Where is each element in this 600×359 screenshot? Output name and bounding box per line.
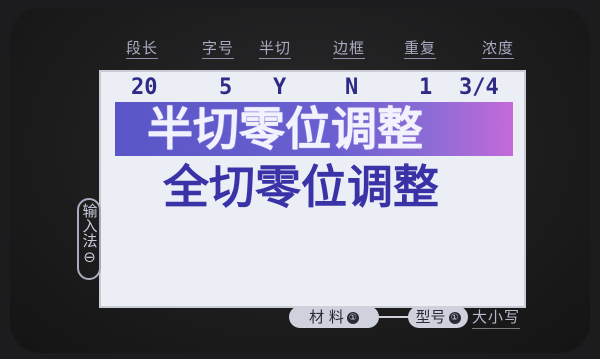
input-method-label: 输入法 <box>80 203 99 248</box>
input-method-symbol-icon: ⊖ <box>80 248 99 266</box>
menu-item-full-cut-zero-adjust[interactable]: 全切零位调整 <box>163 160 439 214</box>
settings-values-row: 20 5 Y N 1 3/4 <box>101 77 524 99</box>
input-method-key[interactable]: 输入法 ⊖ <box>77 198 101 280</box>
key-link-line <box>379 316 409 318</box>
material-key-label: 材 料 <box>309 308 344 326</box>
menu-item-half-cut-zero-adjust[interactable]: 半切零位调整 <box>147 102 423 156</box>
label-border[interactable]: 边框 <box>333 38 366 59</box>
value-segment-length: 20 <box>131 75 158 100</box>
value-font-size: 5 <box>219 75 233 100</box>
model-key[interactable]: 型号 ① <box>408 306 468 328</box>
label-font-size[interactable]: 字号 <box>202 38 235 59</box>
label-repeat[interactable]: 重复 <box>404 38 437 59</box>
case-toggle-key[interactable]: 大小写 <box>472 306 521 329</box>
value-density: 3/4 <box>459 75 499 100</box>
value-border: N <box>345 75 359 100</box>
value-half-cut: Y <box>273 75 287 100</box>
material-dot-icon: ① <box>346 311 359 324</box>
lcd-screen: 20 5 Y N 1 3/4 半切零位调整 全切零位调整 <box>99 70 526 308</box>
material-key[interactable]: 材 料① <box>289 306 379 328</box>
label-half-cut[interactable]: 半切 <box>259 38 292 59</box>
value-repeat: 1 <box>419 75 433 100</box>
label-segment-length[interactable]: 段长 <box>126 38 159 59</box>
model-dot-icon: ① <box>448 311 461 324</box>
label-density[interactable]: 浓度 <box>482 38 515 59</box>
top-function-labels: 段长 字号 半切 边框 重复 浓度 <box>0 38 600 62</box>
model-key-label: 型号 <box>415 308 446 326</box>
